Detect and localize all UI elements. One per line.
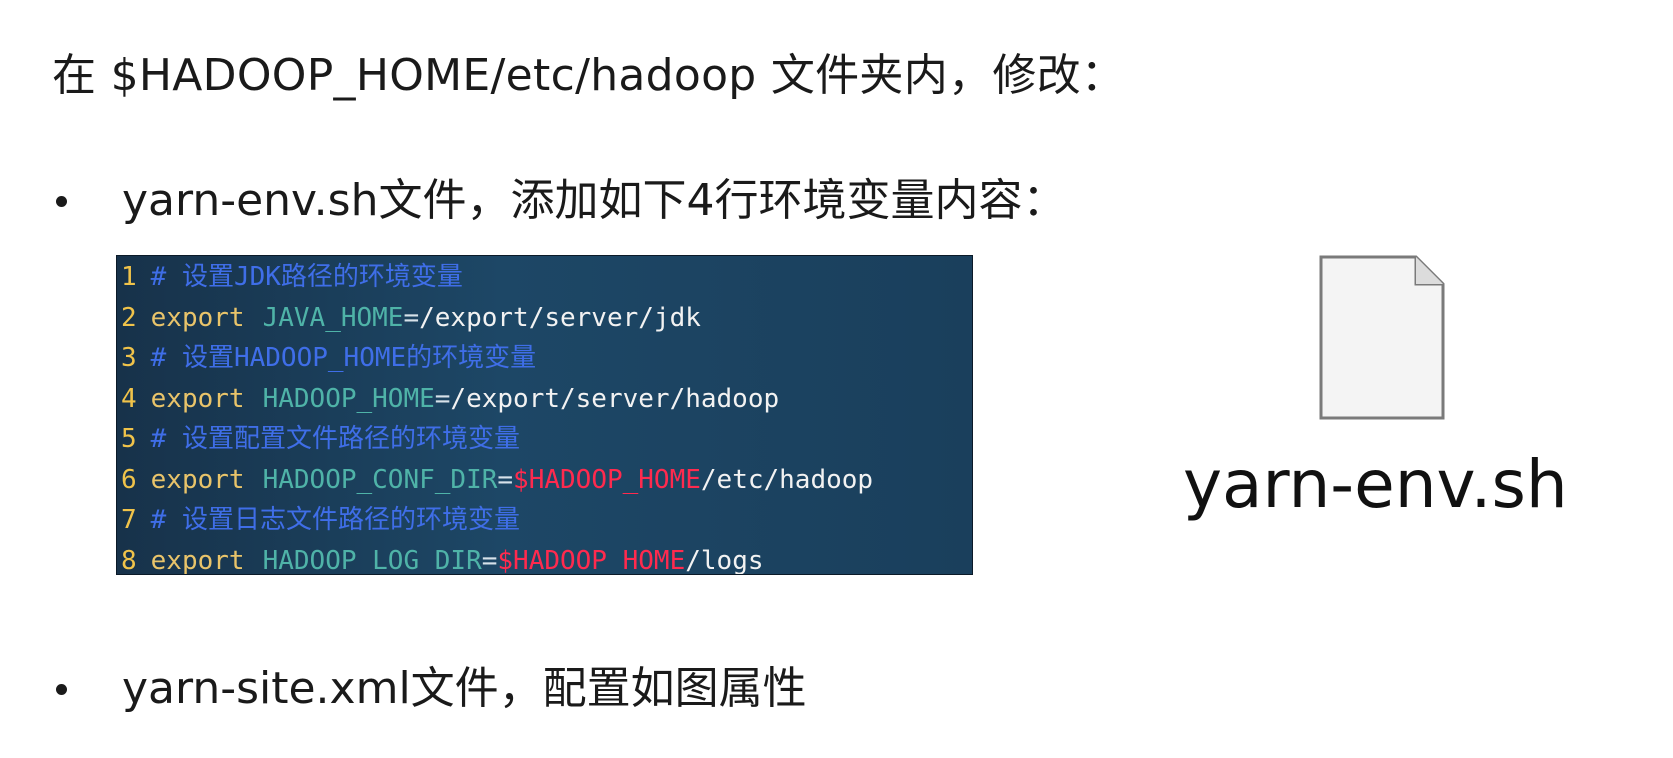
code-comment: # 设置配置文件路径的环境变量 bbox=[150, 424, 520, 454]
line-number: 3 bbox=[121, 343, 137, 373]
code-line-6: 6 export HADOOP_CONF_DIR=$HADOOP_HOME/etc/… bbox=[117, 460, 972, 501]
code-equals: = bbox=[434, 383, 451, 414]
code-keyword: export bbox=[150, 545, 245, 575]
bullet-icon bbox=[56, 195, 67, 207]
line-number: 4 bbox=[121, 383, 137, 414]
code-comment: # 设置JDK路径的环境变量 bbox=[150, 262, 463, 292]
code-variable: HADOOP_HOME bbox=[262, 383, 435, 414]
line-number: 2 bbox=[121, 302, 137, 333]
page-heading: 在 $HADOOP_HOME/etc/hadoop 文件夹内，修改： bbox=[52, 50, 1126, 101]
line-number: 6 bbox=[121, 464, 137, 495]
line-number: 1 bbox=[121, 262, 137, 292]
code-variable: HADOOP_LOG_DIR bbox=[262, 545, 482, 575]
code-path: /export/server/jdk bbox=[419, 302, 701, 333]
code-comment: # 设置HADOOP_HOME的环境变量 bbox=[150, 343, 537, 373]
code-line-8: 8 export HADOOP_LOG_DIR=$HADOOP_HOME/logs bbox=[117, 541, 972, 575]
code-reference: $HADOOP_HOME bbox=[513, 464, 701, 495]
code-path: /export/server/hadoop bbox=[450, 383, 780, 414]
code-path: /logs bbox=[685, 545, 764, 575]
line-number: 5 bbox=[121, 424, 137, 454]
code-line-1: 1 # 设置JDK路径的环境变量 bbox=[117, 257, 972, 298]
code-keyword: export bbox=[150, 383, 245, 414]
file-icon bbox=[1318, 254, 1446, 421]
code-line-2: 2 export JAVA_HOME=/export/server/jdk bbox=[117, 298, 972, 339]
code-block: 1 # 设置JDK路径的环境变量 2 export JAVA_HOME=/export… bbox=[116, 255, 973, 575]
bullet-item-yarn-env: yarn-env.sh文件，添加如下4行环境变量内容： bbox=[52, 171, 1066, 231]
line-number: 7 bbox=[121, 505, 137, 535]
file-label: yarn-env.sh bbox=[1183, 446, 1568, 523]
bullet-text: yarn-site.xml文件，配置如图属性 bbox=[122, 663, 807, 714]
code-variable: HADOOP_CONF_DIR bbox=[262, 464, 498, 495]
code-reference: $HADOOP_HOME bbox=[497, 545, 686, 575]
code-path: /etc/hadoop bbox=[700, 464, 874, 495]
code-comment: # 设置日志文件路径的环境变量 bbox=[150, 505, 520, 535]
code-line-3: 3 # 设置HADOOP_HOME的环境变量 bbox=[117, 338, 972, 379]
bullet-icon bbox=[56, 683, 67, 695]
code-keyword: export bbox=[150, 302, 245, 333]
line-number: 8 bbox=[121, 545, 137, 575]
code-keyword: export bbox=[150, 464, 245, 495]
code-line-4: 4 export HADOOP_HOME=/export/server/hadoop bbox=[117, 379, 972, 420]
code-equals: = bbox=[403, 302, 420, 333]
code-line-5: 5 # 设置配置文件路径的环境变量 bbox=[117, 419, 972, 460]
code-equals: = bbox=[481, 545, 498, 575]
code-variable: JAVA_HOME bbox=[262, 302, 404, 333]
bullet-item-yarn-site: yarn-site.xml文件，配置如图属性 bbox=[52, 659, 807, 719]
code-line-7: 7 # 设置日志文件路径的环境变量 bbox=[117, 500, 972, 541]
bullet-text: yarn-env.sh文件，添加如下4行环境变量内容： bbox=[122, 175, 1067, 226]
code-equals: = bbox=[497, 464, 514, 495]
